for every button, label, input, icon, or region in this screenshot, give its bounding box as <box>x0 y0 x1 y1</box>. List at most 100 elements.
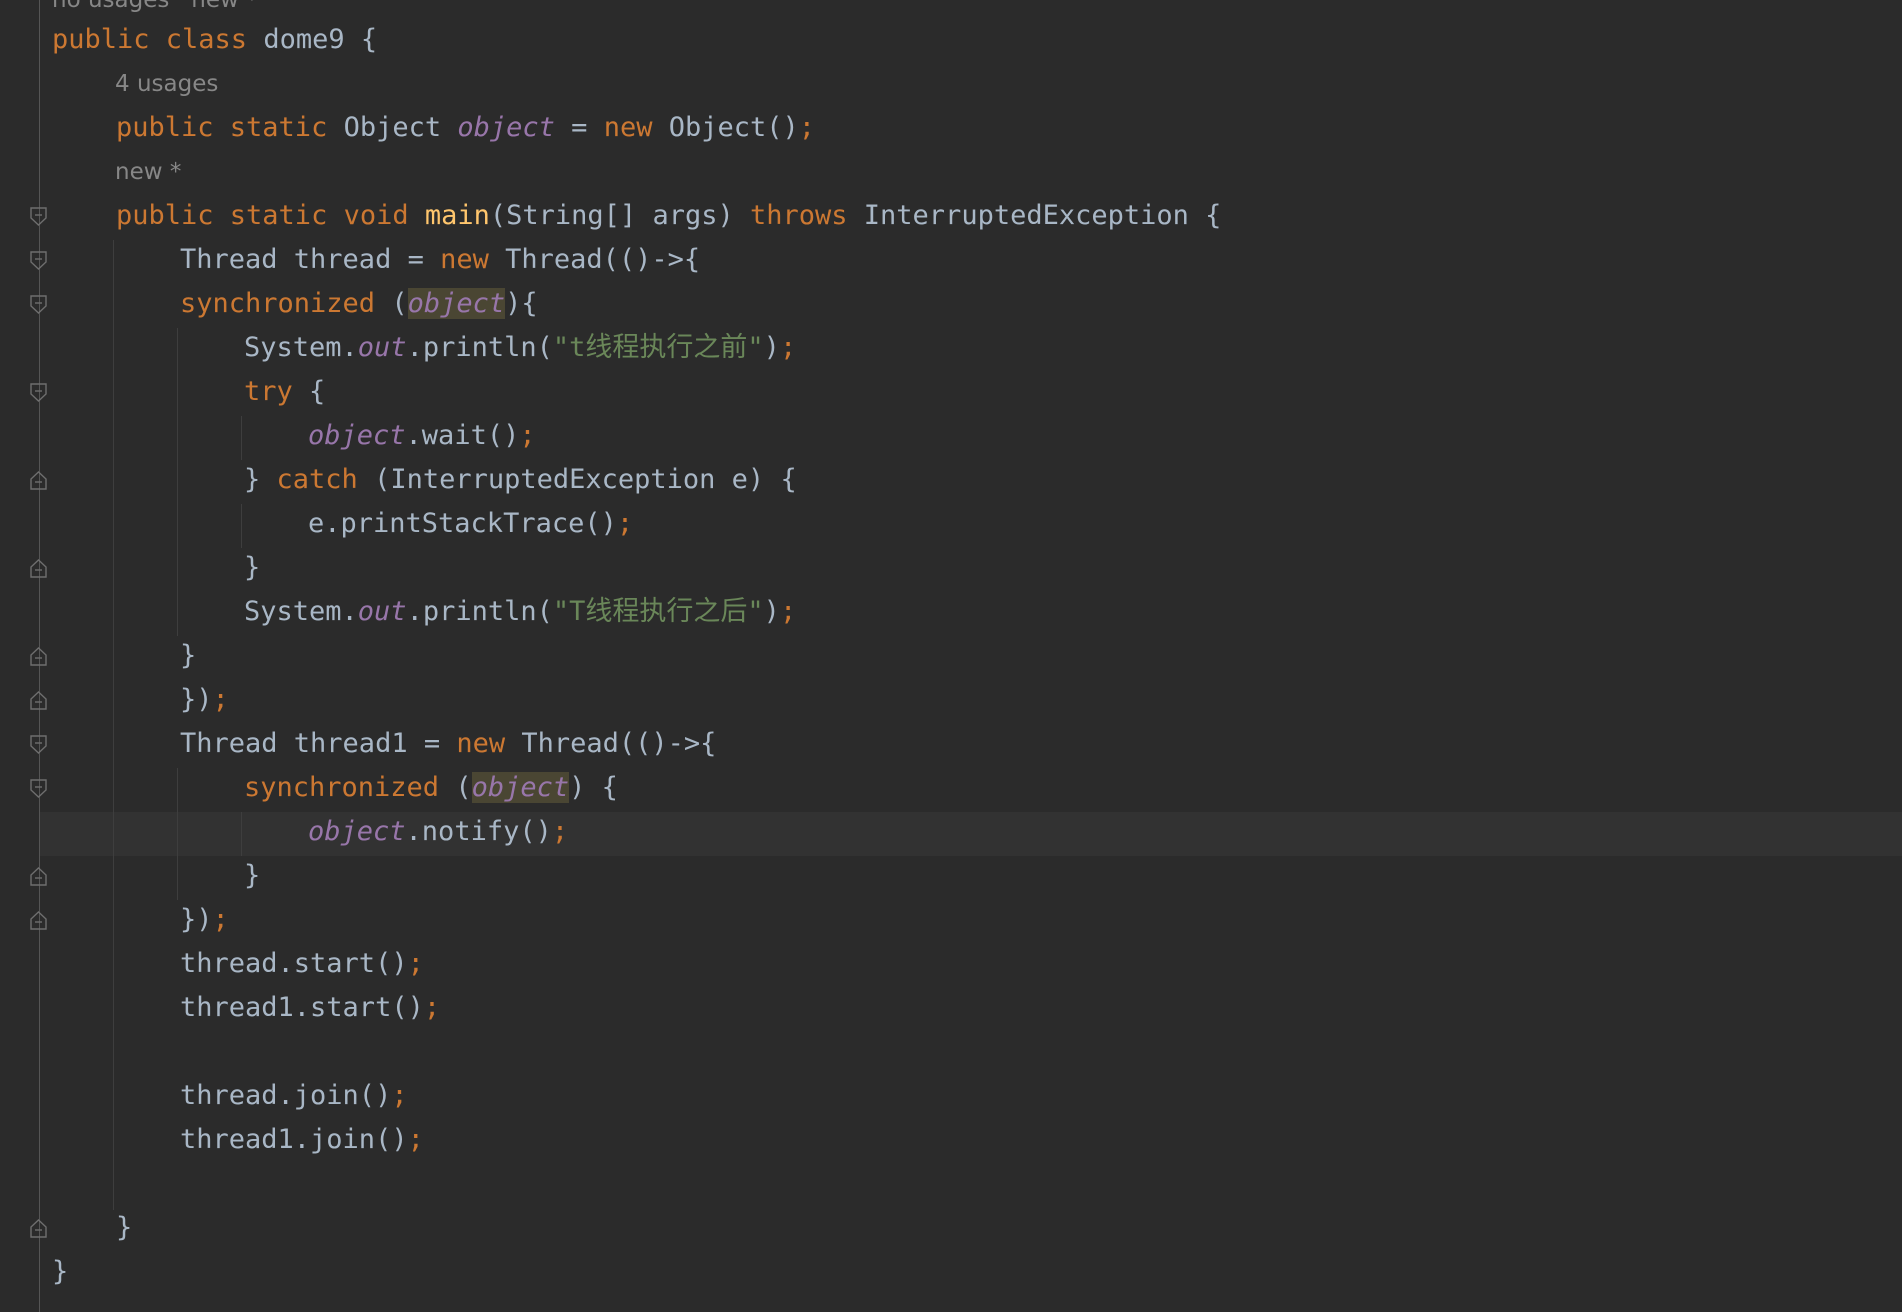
code-line-close-brace[interactable]: } <box>244 854 260 898</box>
fold-close-icon[interactable] <box>30 471 47 490</box>
code-token: (String[] args) <box>489 200 750 231</box>
fold-close-icon[interactable] <box>30 867 47 886</box>
code-token: synchronized <box>180 288 392 319</box>
fold-open-icon[interactable] <box>30 295 47 314</box>
fold-open-icon[interactable] <box>30 251 47 270</box>
code-token: InterruptedException { <box>863 200 1222 231</box>
code-line-close-class[interactable]: } <box>52 1250 68 1294</box>
code-line-close-brace[interactable]: } <box>180 634 196 678</box>
code-token: }) <box>180 904 213 935</box>
code-token: .println( <box>406 332 553 363</box>
code-line-thread1-decl[interactable]: Thread thread1 = new Thread(()->{ <box>180 722 716 766</box>
fold-open-icon[interactable] <box>30 383 47 402</box>
code-token: .notify() <box>405 816 552 847</box>
code-line-notify[interactable]: object.notify(); <box>308 810 568 854</box>
fold-open-icon[interactable] <box>30 735 47 754</box>
usage-hint-class[interactable]: no usages new * <box>52 0 258 20</box>
indent-guide <box>241 416 242 460</box>
code-token: object <box>471 772 570 803</box>
code-token: } <box>52 1256 69 1287</box>
code-token: ; <box>779 332 797 363</box>
code-token: out <box>357 332 407 363</box>
fold-open-icon[interactable] <box>30 779 47 798</box>
code-token: throws <box>749 200 864 231</box>
code-token: dome9 { <box>263 24 378 55</box>
code-token: object <box>308 816 406 847</box>
code-token: object <box>457 112 555 143</box>
code-token: Thread(()->{ <box>505 244 701 275</box>
fold-close-icon[interactable] <box>30 691 47 710</box>
code-token: Object <box>343 112 458 143</box>
code-token: ; <box>407 948 424 979</box>
code-token: ){ <box>505 288 538 319</box>
code-token: ; <box>519 420 536 451</box>
fold-close-icon[interactable] <box>30 559 47 578</box>
code-token: public static void <box>116 200 425 231</box>
code-token: Object() <box>668 112 799 143</box>
indent-guide <box>241 812 242 856</box>
code-token: ; <box>391 1080 408 1111</box>
code-token: Thread thread = <box>180 244 441 275</box>
code-token: out <box>357 596 407 627</box>
code-token: synchronized <box>244 772 456 803</box>
code-token: object <box>407 288 506 319</box>
code-token: thread1.join() <box>180 1124 408 1155</box>
code-token: ) <box>763 596 780 627</box>
fold-close-icon[interactable] <box>30 911 47 930</box>
fold-open-icon[interactable] <box>30 207 47 226</box>
code-line-close-brace[interactable]: } <box>244 546 260 590</box>
code-line-field-decl[interactable]: public static Object object = new Object… <box>116 106 815 150</box>
code-token: "T线程执行之后" <box>552 596 764 627</box>
code-line-close-main[interactable]: } <box>116 1206 132 1250</box>
code-line-main-decl[interactable]: public static void main(String[] args) t… <box>116 194 1221 238</box>
code-line-wait[interactable]: object.wait(); <box>308 414 536 458</box>
code-line-println-after[interactable]: System.out.println("T线程执行之后"); <box>244 590 796 634</box>
code-token: } <box>116 1212 133 1243</box>
code-line-thread1-join[interactable]: thread1.join(); <box>180 1118 424 1162</box>
code-token: ( <box>391 288 408 319</box>
code-line-try[interactable]: try { <box>244 370 325 414</box>
code-line-catch[interactable]: } catch (InterruptedException e) { <box>244 458 797 502</box>
code-token: thread.join() <box>180 1080 392 1111</box>
code-token: { <box>309 376 326 407</box>
code-token: main <box>424 200 490 231</box>
indent-guide <box>177 328 178 636</box>
code-line-thread1-start[interactable]: thread1.start(); <box>180 986 440 1030</box>
code-token: thread.start() <box>180 948 408 979</box>
indent-guide <box>113 240 114 1210</box>
code-line-print-stack[interactable]: e.printStackTrace(); <box>308 502 633 546</box>
usage-hint-method[interactable]: new * <box>115 152 181 192</box>
code-token: e.printStackTrace() <box>308 508 617 539</box>
code-token: ; <box>212 904 229 935</box>
fold-close-icon[interactable] <box>30 1219 47 1238</box>
code-token: ; <box>212 684 229 715</box>
code-line-class-decl[interactable]: public class dome9 { <box>52 18 377 62</box>
code-line-println-before[interactable]: System.out.println("t线程执行之前"); <box>244 326 796 370</box>
code-token: ; <box>423 992 441 1023</box>
code-line-synchronized[interactable]: synchronized (object) { <box>244 766 618 810</box>
code-token: = <box>554 112 604 143</box>
fold-close-icon[interactable] <box>30 647 47 666</box>
code-line-thread-join[interactable]: thread.join(); <box>180 1074 408 1118</box>
code-token: }) <box>180 684 213 715</box>
code-line-close-lambda[interactable]: }); <box>180 898 229 942</box>
code-token: catch <box>276 464 375 495</box>
code-token: .println( <box>406 596 553 627</box>
code-token: } <box>244 860 261 891</box>
code-token: } <box>244 552 261 583</box>
usage-hint-field[interactable]: 4 usages <box>115 64 218 104</box>
code-token: ; <box>407 1124 424 1155</box>
code-editor[interactable]: no usages new * 4 usages new * public cl… <box>0 0 1902 1312</box>
code-line-synchronized[interactable]: synchronized (object){ <box>180 282 538 326</box>
code-token: new <box>456 728 522 759</box>
code-token: } <box>244 464 277 495</box>
code-token: } <box>180 640 197 671</box>
code-token: public class <box>52 24 264 55</box>
code-token: ; <box>616 508 634 539</box>
code-line-close-lambda[interactable]: }); <box>180 678 229 722</box>
code-token: ) <box>763 332 780 363</box>
code-token: ( <box>455 772 472 803</box>
code-line-thread-decl[interactable]: Thread thread = new Thread(()->{ <box>180 238 700 282</box>
code-line-thread-start[interactable]: thread.start(); <box>180 942 424 986</box>
indent-guide <box>241 504 242 548</box>
